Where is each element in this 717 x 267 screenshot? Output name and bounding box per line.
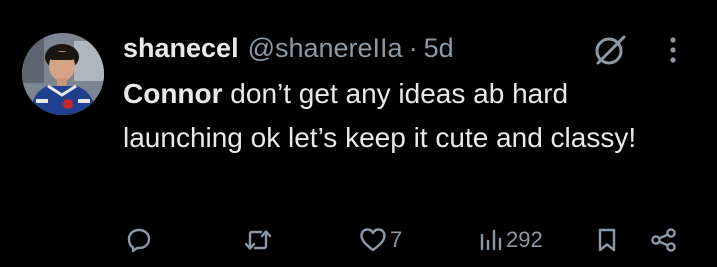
- tweet-header: shanecel @shanereIIa · 5d: [123, 28, 454, 68]
- bookmark-icon: [598, 228, 616, 252]
- timestamp[interactable]: 5d: [424, 28, 454, 68]
- views-count: 292: [506, 227, 543, 252]
- reply-icon: [127, 228, 151, 253]
- separator-dot: ·: [408, 33, 418, 63]
- share-icon: [651, 228, 676, 252]
- user-handle[interactable]: @shanereIIa: [248, 28, 403, 68]
- display-name[interactable]: shanecel: [123, 28, 239, 68]
- tweet[interactable]: shanecel @shanereIIa · 5d Connor don’t g…: [0, 0, 717, 267]
- action-bar: 7 292: [0, 218, 717, 262]
- tweet-mention[interactable]: Connor: [123, 78, 223, 109]
- heart-icon: [360, 228, 386, 252]
- like-button[interactable]: 7: [359, 218, 402, 262]
- views-button[interactable]: 292: [479, 218, 543, 262]
- grok-icon[interactable]: [593, 33, 627, 67]
- avatar-image: [22, 33, 104, 115]
- retweet-button[interactable]: [243, 218, 276, 262]
- views-icon: [480, 229, 502, 251]
- retweet-icon: [244, 230, 272, 250]
- more-icon[interactable]: [668, 36, 678, 64]
- bookmark-button[interactable]: [596, 218, 618, 262]
- share-button[interactable]: [650, 218, 678, 262]
- like-count: 7: [390, 227, 403, 252]
- tweet-text: Connor don’t get any ideas ab hard launc…: [123, 72, 693, 160]
- avatar[interactable]: [22, 33, 104, 115]
- reply-button[interactable]: [126, 218, 155, 262]
